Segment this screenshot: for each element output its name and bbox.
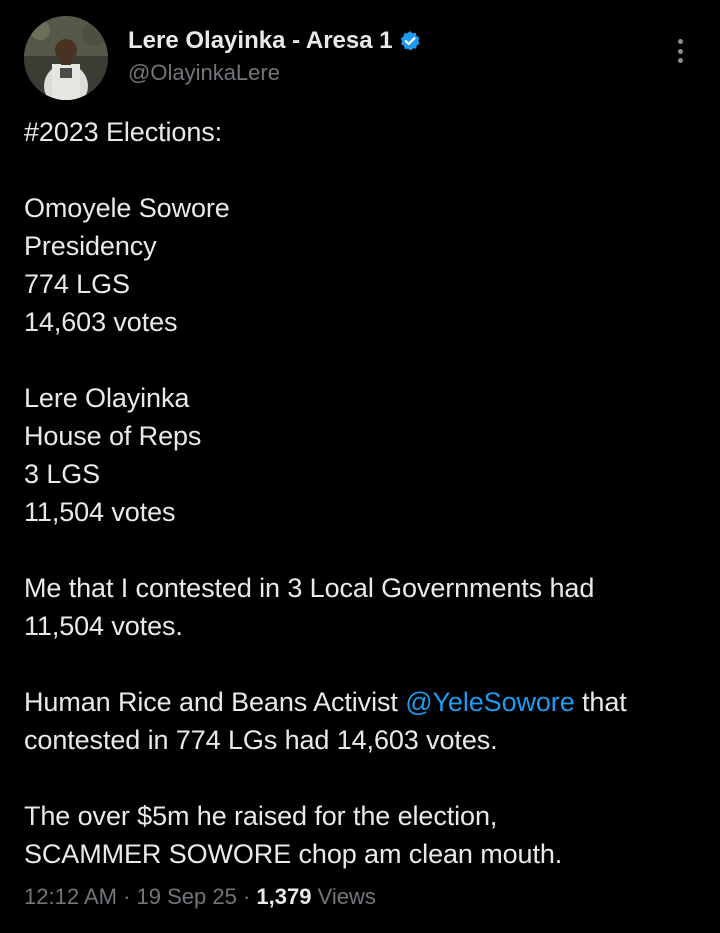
text-line: 11,504 votes. bbox=[24, 611, 183, 641]
avatar[interactable] bbox=[24, 16, 108, 100]
text-line: contested in 774 LGs had 14,603 votes. bbox=[24, 725, 498, 755]
tweet-text: #2023 Elections: Omoyele Sowore Presiden… bbox=[24, 113, 704, 911]
avatar-photo bbox=[24, 16, 108, 100]
paragraph-mention: Human Rice and Beans Activist @YeleSowor… bbox=[24, 683, 704, 759]
text-line: Presidency bbox=[24, 231, 157, 261]
text-segment: Human Rice and Beans Activist bbox=[24, 687, 406, 717]
text-line: 11,504 votes bbox=[24, 497, 176, 527]
views-label: Views bbox=[311, 884, 376, 909]
post-date[interactable]: 19 Sep 25 bbox=[137, 884, 237, 909]
meta-separator: · bbox=[116, 884, 137, 909]
paragraph-olayinka-result: Lere Olayinka House of Reps 3 LGS 11,504… bbox=[24, 379, 704, 531]
text-line: SCAMMER SOWORE chop am clean mouth. bbox=[24, 839, 563, 869]
views-count[interactable]: 1,379 bbox=[256, 884, 311, 909]
more-options-icon[interactable] bbox=[668, 36, 692, 66]
text-line: #2023 Elections: bbox=[24, 117, 223, 147]
text-segment: that bbox=[574, 687, 627, 717]
author-block: Lere Olayinka - Aresa 1 @OlayinkaLere bbox=[128, 26, 421, 86]
paragraph-heading: #2023 Elections: bbox=[24, 113, 704, 151]
more-dot bbox=[677, 39, 683, 44]
tweet-card: Lere Olayinka - Aresa 1 @OlayinkaLere #2… bbox=[0, 0, 720, 933]
text-line: 774 LGS bbox=[24, 269, 130, 299]
text-line: Lere Olayinka bbox=[24, 383, 190, 413]
display-name-row: Lere Olayinka - Aresa 1 bbox=[128, 26, 421, 56]
mention-link[interactable]: @YeleSowore bbox=[405, 687, 575, 717]
post-time[interactable]: 12:12 AM bbox=[24, 884, 117, 909]
paragraph-sowore-result: Omoyele Sowore Presidency 774 LGS 14,603… bbox=[24, 189, 704, 341]
text-line: 14,603 votes bbox=[24, 307, 178, 337]
tweet-header: Lere Olayinka - Aresa 1 @OlayinkaLere bbox=[24, 16, 704, 100]
text-line: 3 LGS bbox=[24, 459, 101, 489]
more-dot bbox=[677, 58, 683, 63]
paragraph-comparison: Me that I contested in 3 Local Governmen… bbox=[24, 569, 704, 645]
verified-badge-icon[interactable] bbox=[399, 30, 421, 52]
text-line: Human Rice and Beans Activist @YeleSowor… bbox=[24, 683, 704, 721]
paragraph-closing: The over $5m he raised for the election,… bbox=[24, 797, 704, 873]
display-name[interactable]: Lere Olayinka - Aresa 1 bbox=[128, 27, 393, 55]
text-line: Omoyele Sowore bbox=[24, 193, 230, 223]
tweet-meta: 12:12 AM · 19 Sep 25 · 1,379 Views bbox=[24, 884, 376, 910]
handle[interactable]: @OlayinkaLere bbox=[128, 60, 421, 86]
text-line: House of Reps bbox=[24, 421, 202, 451]
text-line: Me that I contested in 3 Local Governmen… bbox=[24, 573, 595, 603]
meta-separator: · bbox=[236, 884, 257, 909]
more-dot bbox=[677, 48, 683, 54]
text-line: The over $5m he raised for the election, bbox=[24, 801, 498, 831]
